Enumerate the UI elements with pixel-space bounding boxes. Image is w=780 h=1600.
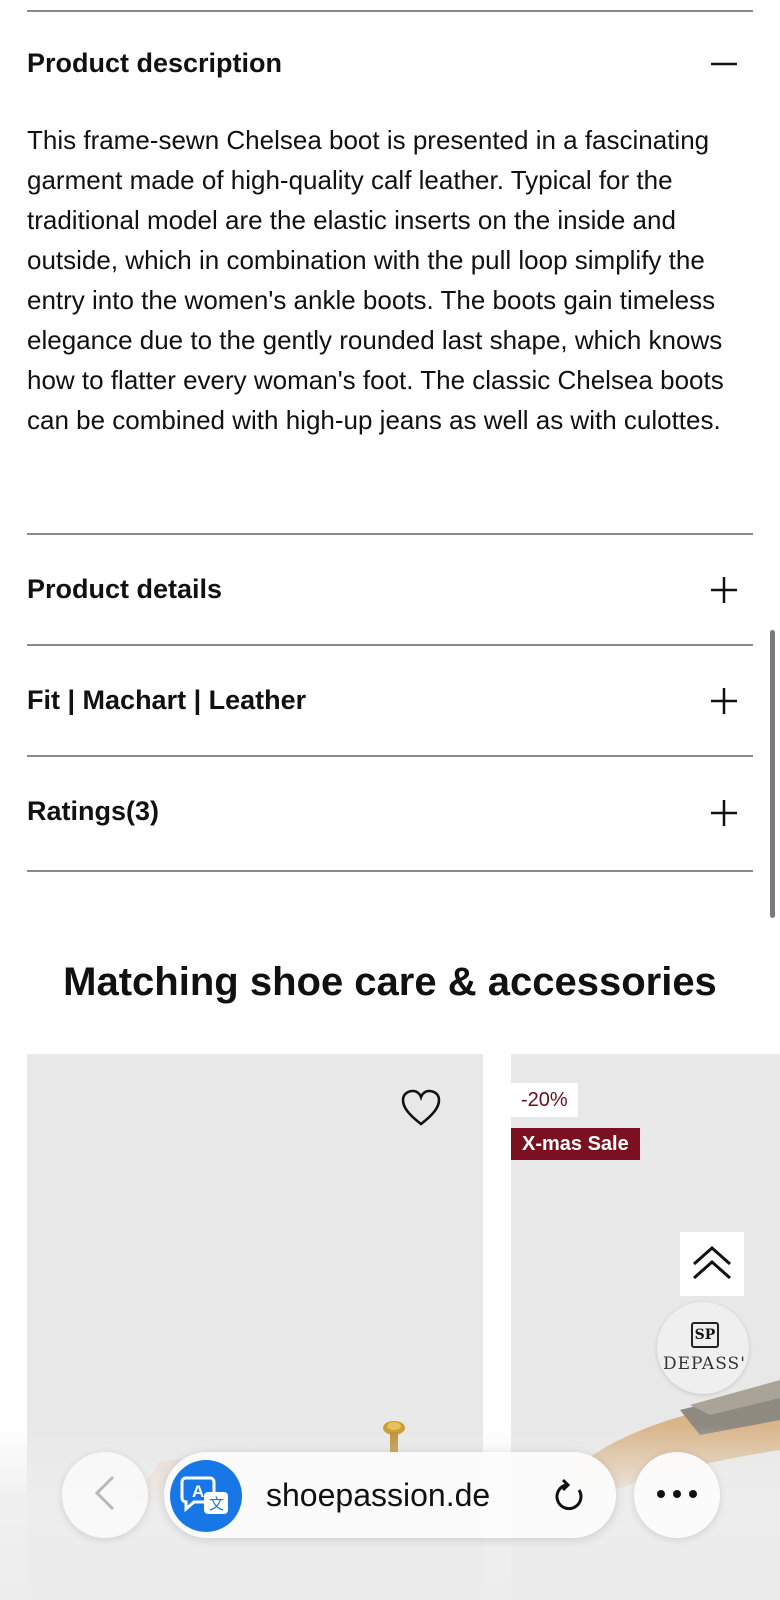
svg-text:文: 文: [209, 1495, 224, 1513]
plus-icon[interactable]: [708, 574, 740, 606]
more-options-button[interactable]: [634, 1452, 720, 1538]
brand-logo-icon: SP: [691, 1322, 719, 1348]
divider: [27, 755, 753, 757]
url-text[interactable]: shoepassion.de: [266, 1452, 490, 1538]
discount-badge: -20%: [511, 1083, 578, 1117]
brand-watermark: DEPASS': [663, 1354, 746, 1374]
scrollbar[interactable]: [770, 630, 775, 918]
back-button[interactable]: [62, 1452, 148, 1538]
section-title: Matching shoe care & accessories: [63, 960, 717, 1004]
accordion-title[interactable]: Product details: [27, 574, 222, 605]
address-bar[interactable]: A 文 shoepassion.de: [164, 1452, 616, 1538]
plus-icon[interactable]: [708, 685, 740, 717]
product-description-text: This frame-sewn Chelsea boot is presente…: [27, 125, 724, 435]
double-chevron-up-icon: [690, 1242, 734, 1287]
more-dots-icon: [655, 1486, 699, 1504]
divider: [27, 10, 753, 12]
divider: [27, 533, 753, 535]
divider: [27, 870, 753, 872]
translate-icon[interactable]: A 文: [170, 1460, 242, 1532]
reload-icon[interactable]: [552, 1478, 588, 1514]
heart-icon[interactable]: [400, 1088, 442, 1128]
minus-icon[interactable]: [708, 48, 740, 80]
accordion-title[interactable]: Product description: [27, 48, 282, 79]
accordion-title[interactable]: Fit | Machart | Leather: [27, 685, 306, 716]
accordion-title[interactable]: Ratings(3): [27, 796, 159, 827]
sale-badge: X-mas Sale: [511, 1128, 640, 1160]
plus-icon[interactable]: [708, 797, 740, 829]
brand-chat-button[interactable]: SP DEPASS': [657, 1302, 749, 1394]
divider: [27, 644, 753, 646]
chevron-left-icon: [93, 1473, 117, 1518]
scroll-to-top-button[interactable]: [680, 1232, 744, 1296]
svg-text:A: A: [192, 1482, 204, 1501]
